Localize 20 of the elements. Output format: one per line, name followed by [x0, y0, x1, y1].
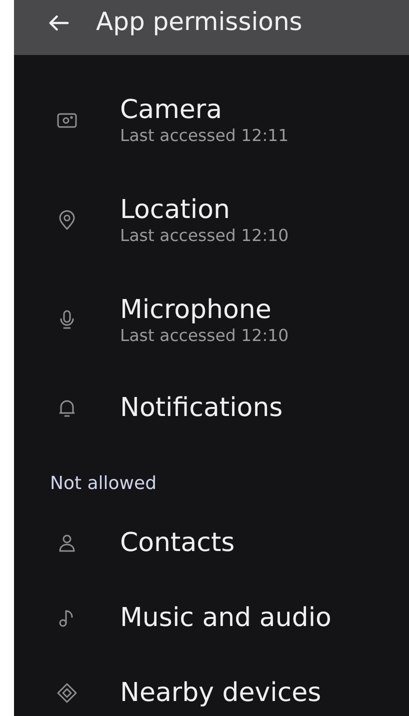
permission-item[interactable]: Camera Last accessed 12:11 [14, 70, 409, 170]
permission-title: Nearby devices [120, 676, 322, 708]
last-accessed-text: Last accessed 12:10 [120, 226, 289, 246]
permission-title: Notifications [120, 392, 283, 424]
section-header: Not allowed [50, 473, 157, 495]
diamond-icon [55, 680, 79, 704]
permission-title: Contacts [120, 526, 235, 558]
last-accessed-text: Last accessed 12:10 [120, 326, 289, 346]
permission-item[interactable]: Nearby devices [14, 655, 409, 716]
last-accessed-text: Last accessed 12:11 [120, 126, 289, 146]
screen-title: App permissions [96, 6, 302, 38]
permission-title: Camera [120, 94, 224, 126]
permission-item[interactable]: Location Last accessed 12:10 [14, 170, 409, 270]
permission-item[interactable]: Contacts [14, 505, 409, 580]
permission-item[interactable]: Notifications [14, 370, 409, 445]
permission-item[interactable]: Music and audio [14, 580, 409, 655]
permission-title: Music and audio [120, 602, 332, 634]
permission-title: Microphone [120, 294, 272, 326]
permission-item[interactable]: Microphone Last accessed 12:10 [14, 270, 409, 370]
permission-title: Location [120, 194, 231, 226]
